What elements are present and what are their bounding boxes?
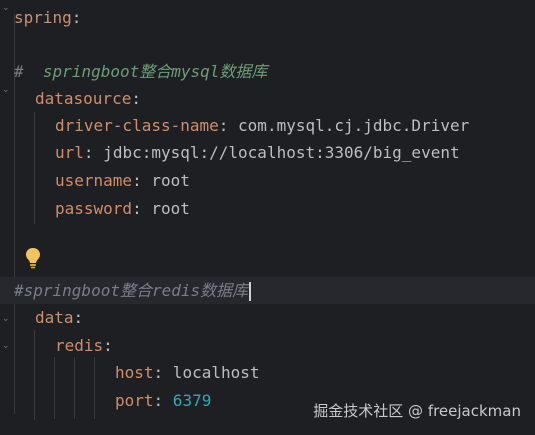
yaml-key: spring (14, 8, 72, 27)
yaml-key: datasource (35, 89, 132, 108)
yaml-key: port (115, 391, 154, 410)
yaml-number-value: 6379 (163, 391, 212, 410)
code-line[interactable]: redis: (0, 332, 535, 359)
code-line[interactable]: url: jdbc:mysql://localhost:3306/big_eve… (0, 139, 535, 166)
yaml-value: root (141, 171, 190, 190)
watermark: 掘金技术社区 @ freejackman (313, 402, 521, 420)
code-editor[interactable]: ⌄ ⌄ ⌄ ⌄ spring: # springboot整合mysql数据库 d… (0, 0, 535, 435)
code-line[interactable]: # springboot整合mysql数据库 (0, 58, 535, 85)
text-caret (249, 282, 252, 301)
yaml-value: com.mysql.cj.jdbc.Driver (228, 116, 470, 135)
colon: : (218, 116, 229, 135)
yaml-key: url (55, 143, 84, 162)
colon: : (153, 391, 164, 410)
yaml-key: driver-class-name (55, 116, 219, 135)
colon: : (73, 308, 84, 327)
colon: : (132, 171, 142, 190)
yaml-value: root (141, 199, 190, 218)
yaml-key: redis (55, 336, 104, 355)
colon: : (153, 363, 164, 382)
colon: : (71, 8, 82, 27)
yaml-value: localhost (163, 363, 260, 382)
code-line-current[interactable]: #springboot整合redis数据库 (0, 277, 535, 304)
code-line[interactable]: host: localhost (0, 359, 535, 386)
code-line[interactable]: data: (0, 304, 535, 331)
comment-hash: # (14, 62, 24, 81)
yaml-key: username (55, 171, 133, 190)
yaml-key: password (55, 199, 133, 218)
yaml-key: data (35, 308, 74, 327)
code-line[interactable]: password: root (0, 195, 535, 222)
colon: : (83, 143, 94, 162)
code-line[interactable]: username: root (0, 167, 535, 194)
colon: : (132, 199, 142, 218)
colon: : (131, 89, 141, 108)
code-line[interactable]: datasource: (0, 85, 535, 112)
yaml-value: jdbc:mysql://localhost:3306/big_event (93, 143, 460, 162)
colon: : (103, 336, 113, 355)
comment-text: springboot整合mysql数据库 (23, 62, 268, 81)
lightbulb-icon[interactable] (23, 246, 43, 270)
comment-text: #springboot整合redis数据库 (14, 281, 249, 300)
code-line[interactable]: driver-class-name: com.mysql.cj.jdbc.Dri… (0, 112, 535, 139)
code-line[interactable]: spring: (0, 4, 535, 31)
yaml-key: host (115, 363, 154, 382)
